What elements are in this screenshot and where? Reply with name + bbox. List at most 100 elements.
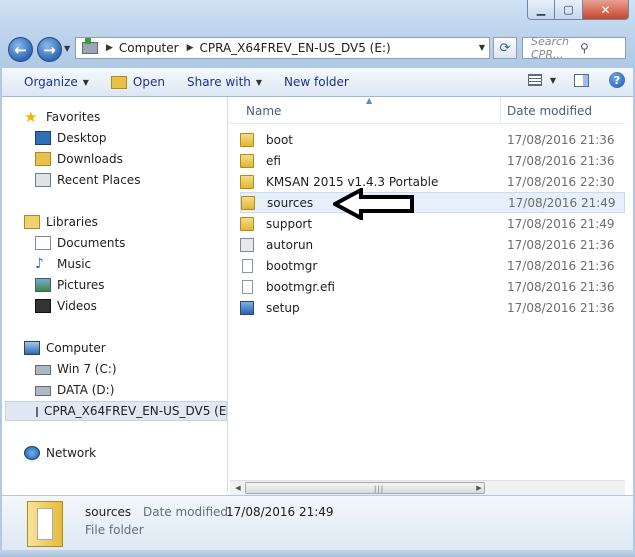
column-divider[interactable]: [500, 97, 501, 123]
minimize-button[interactable]: ▁: [527, 0, 555, 20]
nav-recent-places[interactable]: Recent Places: [35, 170, 140, 190]
file-name: bootmgr: [266, 258, 318, 273]
chevron-down-icon[interactable]: ▼: [550, 76, 556, 85]
nav-downloads[interactable]: Downloads: [35, 149, 123, 169]
file-date: 17/08/2016 21:36: [507, 153, 615, 168]
file-name: KMSAN 2015 v1.4.3 Portable: [266, 174, 439, 189]
refresh-button[interactable]: ⟳: [493, 37, 517, 59]
nav-desktop[interactable]: Desktop: [35, 128, 107, 148]
details-modified-label: Date modified:: [143, 505, 233, 519]
nav-computer[interactable]: Computer: [24, 338, 106, 358]
file-name: autorun: [266, 237, 314, 252]
videos-icon: [35, 299, 51, 313]
forward-button[interactable]: →: [37, 37, 62, 62]
open-button[interactable]: Open: [110, 75, 165, 89]
maximize-button[interactable]: ▢: [555, 0, 583, 20]
column-name[interactable]: Name: [246, 104, 281, 118]
documents-icon: [35, 236, 51, 250]
nav-pictures[interactable]: Pictures: [35, 275, 105, 295]
file-row[interactable]: support 17/08/2016 21:49: [240, 213, 625, 234]
refresh-icon: ⟳: [499, 40, 511, 56]
nav-drive-c[interactable]: Win 7 (C:): [35, 359, 117, 379]
file-row[interactable]: KMSAN 2015 v1.4.3 Portable 17/08/2016 22:…: [240, 171, 625, 192]
nav-drive-d[interactable]: DATA (D:): [35, 380, 114, 400]
recent-pages-dropdown[interactable]: ▼: [64, 44, 70, 53]
nav-libraries[interactable]: Libraries: [24, 212, 98, 232]
nav-label: Win 7 (C:): [57, 362, 117, 376]
nav-network[interactable]: Network: [24, 443, 96, 463]
file-row[interactable]: efi 17/08/2016 21:36: [240, 150, 625, 171]
address-dropdown-icon[interactable]: ▼: [479, 43, 485, 52]
folder-icon: [27, 501, 63, 547]
file-row[interactable]: boot 17/08/2016 21:36: [240, 129, 625, 150]
file-row[interactable]: bootmgr 17/08/2016 21:36: [240, 255, 625, 276]
back-button[interactable]: ←: [8, 37, 33, 62]
column-header-row: Name ▲ Date modified: [228, 96, 625, 124]
breadcrumb-computer[interactable]: Computer: [119, 41, 179, 55]
organize-button[interactable]: Organize ▼: [24, 75, 89, 89]
search-input[interactable]: Search CPR... ⚲: [522, 35, 626, 61]
grip-icon: |||: [374, 485, 385, 493]
folder-icon: [240, 132, 254, 147]
details-modified-value: 17/08/2016 21:49: [226, 505, 334, 519]
help-icon[interactable]: ?: [609, 72, 625, 88]
new-folder-label: New folder: [284, 75, 349, 89]
nav-label: Music: [57, 257, 92, 271]
chevron-right-icon[interactable]: ▶: [106, 43, 113, 53]
file-date: 17/08/2016 21:36: [507, 279, 615, 294]
pictures-icon: [35, 278, 51, 292]
libraries-icon: [24, 215, 40, 229]
scroll-thumb[interactable]: |||: [245, 482, 485, 494]
dvd-drive-icon: [82, 38, 98, 54]
scroll-right-icon[interactable]: ▶: [473, 482, 485, 494]
share-with-button[interactable]: Share with ▼: [187, 75, 262, 89]
hard-drive-icon: [35, 386, 51, 396]
file-date: 17/08/2016 21:36: [507, 237, 615, 252]
search-placeholder: Search CPR...: [531, 35, 570, 61]
file-date: 17/08/2016 21:49: [507, 216, 615, 231]
sort-ascending-icon: ▲: [366, 96, 373, 105]
nav-label: Recent Places: [57, 173, 141, 187]
file-row[interactable]: bootmgr.efi 17/08/2016 21:36: [240, 276, 625, 297]
search-icon[interactable]: ⚲: [580, 41, 621, 55]
nav-music[interactable]: ♪ Music: [35, 254, 91, 274]
window-controls: ▁ ▢ ✕: [527, 0, 629, 22]
open-label: Open: [132, 75, 165, 89]
file-row[interactable]: sources 17/08/2016 21:49: [240, 192, 625, 213]
desktop-icon: [35, 131, 51, 145]
organize-label: Organize: [24, 75, 78, 89]
address-bar[interactable]: ▶ Computer ▶ CPRA_X64FREV_EN-US_DV5 (E:)…: [75, 37, 490, 59]
network-icon: [24, 446, 40, 460]
arrow-right-icon: →: [43, 40, 56, 59]
file-name: efi: [266, 153, 281, 168]
breadcrumb-drive[interactable]: CPRA_X64FREV_EN-US_DV5 (E:): [200, 41, 391, 55]
new-folder-button[interactable]: New folder: [284, 75, 349, 89]
file-row[interactable]: setup 17/08/2016 21:36: [240, 297, 625, 318]
open-folder-icon: [110, 75, 127, 89]
file-name: boot: [266, 132, 294, 147]
preview-pane-icon[interactable]: [574, 73, 589, 87]
setup-exe-icon: [240, 300, 254, 315]
file-name: setup: [266, 300, 300, 315]
file-date: 17/08/2016 21:49: [508, 195, 616, 210]
nav-favorites[interactable]: ★ Favorites: [24, 107, 100, 127]
arrow-left-icon: ←: [14, 40, 27, 59]
chevron-right-icon[interactable]: ▶: [187, 43, 194, 53]
nav-label: Videos: [57, 299, 97, 313]
file-row[interactable]: autorun 17/08/2016 21:36: [240, 234, 625, 255]
close-button[interactable]: ✕: [583, 0, 629, 20]
nav-label: DATA (D:): [57, 383, 115, 397]
horizontal-scrollbar[interactable]: ◀ ||| ▶: [230, 480, 625, 495]
nav-drive-e[interactable]: CPRA_X64FREV_EN-US_DV5 (E:): [5, 401, 235, 421]
dvd-drive-icon: [36, 407, 38, 417]
scroll-left-icon[interactable]: ◀: [232, 482, 244, 494]
folder-icon: [240, 216, 254, 231]
chevron-down-icon: ▼: [82, 77, 89, 87]
folder-icon: [241, 195, 255, 210]
column-date-modified[interactable]: Date modified: [507, 104, 592, 118]
nav-videos[interactable]: Videos: [35, 296, 97, 316]
music-icon: ♪: [35, 256, 44, 272]
nav-documents[interactable]: Documents: [35, 233, 125, 253]
change-view-icon[interactable]: [527, 74, 542, 86]
star-icon: ★: [24, 108, 38, 126]
